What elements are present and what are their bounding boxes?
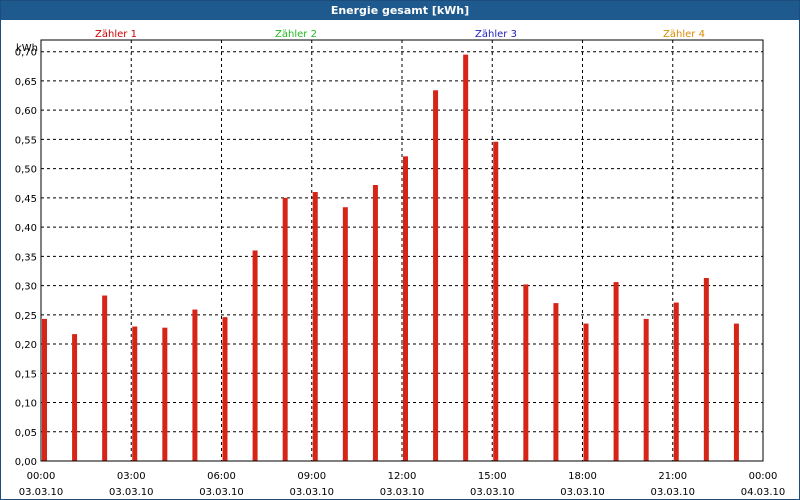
bar [312, 192, 318, 461]
x-tick-date: 03.03.10 [650, 487, 695, 498]
x-tick-date: 03.03.10 [289, 487, 334, 498]
y-tick-label: 0,60 [15, 106, 37, 117]
x-tick-time: 00:00 [27, 471, 56, 482]
y-tick-label: 0,50 [15, 165, 37, 176]
x-tick-time: 03:00 [117, 471, 146, 482]
y-tick-label: 0,35 [15, 252, 37, 263]
x-tick-date: 03.03.10 [470, 487, 515, 498]
bar [733, 323, 739, 461]
y-tick-label: 0,20 [15, 340, 37, 351]
bar [643, 318, 649, 461]
legend-item: Zähler 2 [275, 29, 317, 40]
x-tick-time: 21:00 [658, 471, 687, 482]
bar [102, 295, 108, 461]
x-tick-date: 03.03.10 [19, 487, 64, 498]
x-tick-time: 18:00 [568, 471, 597, 482]
bar [282, 197, 288, 461]
bar [42, 318, 47, 461]
bar [222, 317, 228, 461]
bar [433, 90, 439, 462]
bar [162, 327, 168, 461]
legend-item: Zähler 3 [475, 29, 517, 40]
x-tick-date: 03.03.10 [199, 487, 244, 498]
bar [553, 303, 559, 461]
x-tick-date: 03.03.10 [109, 487, 154, 498]
x-tick-time: 06:00 [207, 471, 236, 482]
y-tick-label: 0,45 [15, 194, 37, 205]
bar [252, 250, 258, 461]
x-tick-time: 00:00 [749, 471, 778, 482]
y-axis-label: kWh [16, 43, 38, 54]
y-axis-ticks: 0,00 0,05 0,10 0,15 0,20 0,25 0,30 0,35 0,40 0,45… [15, 48, 37, 468]
chart-window: Energie gesamt [kWh] 0,00 0,05 0,10 0,15 0,2… [0, 0, 800, 500]
x-tick-time: 15:00 [478, 471, 507, 482]
y-tick-label: 0,55 [15, 135, 37, 146]
y-tick-label: 0,00 [15, 457, 37, 468]
bar [342, 207, 348, 461]
y-tick-label: 0,30 [15, 282, 37, 293]
y-tick-label: 0,40 [15, 223, 37, 234]
bar [403, 156, 408, 461]
bar [523, 284, 529, 461]
y-tick-label: 0,65 [15, 77, 37, 88]
x-axis-ticks: 00:00 03.03.10 03:00 03.03.10 06:00 03.03.10 0… [19, 471, 786, 498]
y-tick-label: 0,10 [15, 399, 37, 410]
chart-plot: 0,00 0,05 0,10 0,15 0,20 0,25 0,30 0,35 0,40 0,45… [15, 29, 786, 498]
x-tick-time: 12:00 [388, 471, 417, 482]
x-tick-time: 09:00 [297, 471, 326, 482]
y-tick-label: 0,05 [15, 428, 37, 439]
bars [42, 54, 739, 462]
legend-item: Zähler 1 [95, 29, 137, 40]
y-tick-label: 0,25 [15, 311, 37, 322]
bar [583, 323, 589, 461]
bar [463, 54, 469, 462]
bar [703, 277, 709, 461]
legend: Zähler 1 Zähler 2 Zähler 3 Zähler 4 [95, 29, 705, 40]
legend-item: Zähler 4 [663, 29, 705, 40]
bar [673, 302, 679, 461]
bar [493, 141, 499, 461]
bar [132, 326, 138, 461]
bar [192, 309, 198, 461]
bar [372, 185, 378, 461]
x-tick-date: 04.03.10 [741, 487, 786, 498]
y-tick-label: 0,15 [15, 369, 37, 380]
x-tick-date: 03.03.10 [560, 487, 605, 498]
grid-lines [41, 40, 763, 461]
x-tick-date: 03.03.10 [380, 487, 425, 498]
bar [72, 334, 78, 461]
bar [613, 282, 619, 461]
